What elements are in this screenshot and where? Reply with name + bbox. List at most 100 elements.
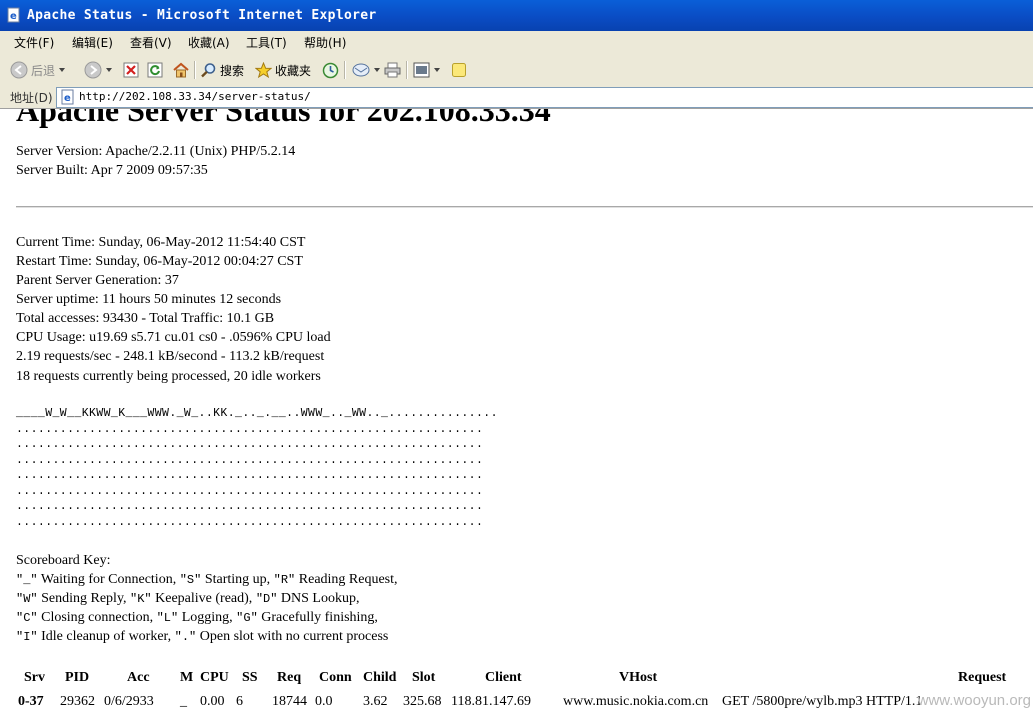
scoreboard-line: ........................................… xyxy=(16,500,484,513)
stat-restart-time: Restart Time: Sunday, 06-May-2012 00:04:… xyxy=(16,254,303,269)
title-bar: e Apache Status - Microsoft Internet Exp… xyxy=(0,0,1033,31)
table-cell-cpu: 0.00 xyxy=(200,694,225,709)
history-icon xyxy=(322,62,339,78)
home-icon xyxy=(173,62,189,78)
star-icon xyxy=(255,61,272,78)
scoreboard-key-line: "C" Closing connection, "L" Logging, "G"… xyxy=(16,610,378,625)
back-arrow-icon xyxy=(10,61,28,79)
table-cell-acc: 0/6/2933 xyxy=(104,694,154,709)
forward-button[interactable] xyxy=(84,59,112,81)
table-header-vhost: VHost xyxy=(619,670,658,685)
stat-current-time: Current Time: Sunday, 06-May-2012 11:54:… xyxy=(16,235,306,250)
address-label: 地址(D) xyxy=(10,91,53,105)
stat-parent-generation: Parent Server Generation: 37 xyxy=(16,273,179,288)
server-built: Server Built: Apr 7 2009 09:57:35 xyxy=(16,163,208,178)
stat-request-rate: 2.19 requests/sec - 248.1 kB/second - 11… xyxy=(16,349,325,364)
table-header-conn: Conn xyxy=(319,670,352,685)
refresh-icon xyxy=(147,62,163,78)
chevron-down-icon xyxy=(59,68,66,72)
menu-bar: 文件(F) 编辑(E) 查看(V) 收藏(A) 工具(T) 帮助(H) xyxy=(0,31,1033,54)
svg-text:e: e xyxy=(10,11,17,22)
refresh-button[interactable] xyxy=(147,59,163,81)
table-header-req: Req xyxy=(277,670,302,685)
history-button[interactable] xyxy=(322,59,339,81)
search-button[interactable]: 搜索 xyxy=(200,59,244,81)
back-button[interactable]: 后退 xyxy=(10,59,66,81)
divider xyxy=(16,206,1033,208)
table-header-request: Request xyxy=(958,670,1007,685)
mail-button[interactable] xyxy=(352,59,380,81)
table-cell-ss: 6 xyxy=(236,694,243,709)
scoreboard-key-line: "W" Sending Reply, "K" Keepalive (read),… xyxy=(16,591,360,606)
scoreboard-line: ........................................… xyxy=(16,438,484,451)
menu-help[interactable]: 帮助(H) xyxy=(304,34,346,51)
toolbar-separator xyxy=(194,61,196,79)
table-header-child: Child xyxy=(363,670,397,685)
address-input[interactable]: e http://202.108.33.34/server-status/ xyxy=(56,87,1033,108)
ie-page-icon: e xyxy=(61,89,74,105)
watermark: www.wooyun.org xyxy=(917,692,1031,709)
discuss-button[interactable] xyxy=(451,59,467,81)
menu-view[interactable]: 查看(V) xyxy=(130,34,172,51)
table-cell-child: 3.62 xyxy=(363,694,388,709)
table-header-slot: Slot xyxy=(412,670,436,685)
table-cell-req: 18744 xyxy=(272,694,307,709)
window-title: Apache Status - Microsoft Internet Explo… xyxy=(27,8,377,23)
address-url: http://202.108.33.34/server-status/ xyxy=(79,90,311,103)
stop-button[interactable] xyxy=(123,59,139,81)
toolbar-separator xyxy=(406,61,408,79)
stat-total-accesses: Total accesses: 93430 - Total Traffic: 1… xyxy=(16,311,275,326)
forward-arrow-icon xyxy=(84,61,102,79)
stop-icon xyxy=(123,62,139,78)
mail-icon xyxy=(352,63,370,77)
scoreboard-line: ........................................… xyxy=(16,485,484,498)
svg-text:e: e xyxy=(64,93,71,104)
scoreboard-key-title: Scoreboard Key: xyxy=(16,553,111,568)
menu-tools[interactable]: 工具(T) xyxy=(246,34,287,51)
chevron-down-icon xyxy=(106,68,112,72)
table-header-ss: SS xyxy=(242,670,258,685)
table-header-cpu: CPU xyxy=(200,670,229,685)
search-icon xyxy=(201,62,216,77)
table-cell-client: 118.81.147.69 xyxy=(451,694,531,709)
home-button[interactable] xyxy=(172,59,190,81)
table-cell-slot: 325.68 xyxy=(403,694,442,709)
sticky-note-icon xyxy=(452,63,466,77)
table-cell-vhost: www.music.nokia.com.cn xyxy=(563,694,709,709)
page-heading: Apache Server Status for 202.108.33.34 xyxy=(16,109,551,128)
toolbar-separator xyxy=(344,61,346,79)
table-cell-request: GET /5800pre/wylb.mp3 HTTP/1.1 xyxy=(722,694,923,709)
table-cell-conn: 0.0 xyxy=(315,694,333,709)
page-content: Apache Server Status for 202.108.33.34 S… xyxy=(0,109,1033,711)
scoreboard-line: ........................................… xyxy=(16,469,484,482)
edit-page-icon xyxy=(413,62,430,78)
table-header-client: Client xyxy=(485,670,522,685)
scoreboard-key-line: "I" Idle cleanup of worker, "." Open slo… xyxy=(16,629,389,644)
stat-cpu-usage: CPU Usage: u19.69 s5.71 cu.01 cs0 - .059… xyxy=(16,330,331,345)
table-header-pid: PID xyxy=(65,670,90,685)
edit-button[interactable] xyxy=(413,59,440,81)
printer-icon xyxy=(384,62,401,78)
menu-file[interactable]: 文件(F) xyxy=(14,34,54,51)
menu-favorites[interactable]: 收藏(A) xyxy=(188,34,230,51)
server-version: Server Version: Apache/2.2.11 (Unix) PHP… xyxy=(16,144,296,159)
table-header-m: M xyxy=(180,670,194,685)
table-cell-srv[interactable]: 0-37 xyxy=(18,694,44,710)
chevron-down-icon xyxy=(434,68,440,72)
table-header-acc: Acc xyxy=(127,670,150,685)
scoreboard-line: ........................................… xyxy=(16,516,484,529)
table-header-srv: Srv xyxy=(24,670,45,685)
print-button[interactable] xyxy=(384,59,401,81)
chevron-down-icon xyxy=(374,68,380,72)
stat-uptime: Server uptime: 11 hours 50 minutes 12 se… xyxy=(16,292,282,307)
stat-workers: 18 requests currently being processed, 2… xyxy=(16,369,321,384)
ie-page-icon: e xyxy=(7,7,20,23)
scoreboard-line: ____W_W__KKWW_K___WWW._W_..KK._.._.__..W… xyxy=(16,407,498,420)
toolbar: 后退 搜索 收藏夹 xyxy=(0,53,1033,87)
favorites-button[interactable]: 收藏夹 xyxy=(255,59,311,81)
table-cell-pid: 29362 xyxy=(60,694,95,709)
scoreboard-key-line: "_" Waiting for Connection, "S" Starting… xyxy=(16,572,398,587)
scoreboard-line: ........................................… xyxy=(16,423,484,436)
menu-edit[interactable]: 编辑(E) xyxy=(72,34,113,51)
address-bar: 地址(D) e http://202.108.33.34/server-stat… xyxy=(0,86,1033,109)
